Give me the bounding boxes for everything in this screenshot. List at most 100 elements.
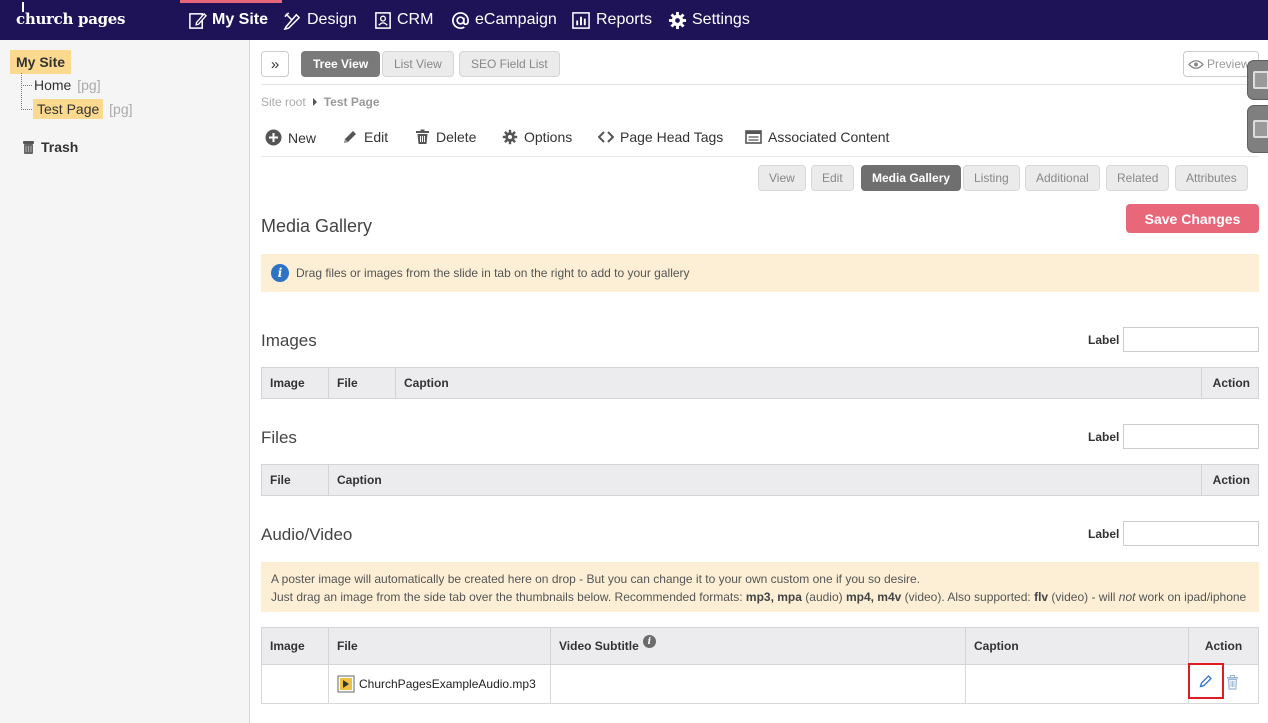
- info-icon: i: [271, 264, 289, 282]
- files-table: File Caption Action: [261, 464, 1259, 496]
- page-type-tag: [pg]: [77, 77, 101, 93]
- audio-video-section-title: Audio/Video: [261, 525, 353, 544]
- content-list-icon: [745, 130, 762, 144]
- delete-button[interactable]: Delete: [415, 129, 476, 145]
- tab-listing[interactable]: Listing: [963, 165, 1020, 191]
- eye-icon: [1188, 59, 1204, 69]
- help-icon[interactable]: i: [642, 635, 656, 648]
- gear-icon: [502, 129, 518, 145]
- action-cell: [1188, 663, 1259, 704]
- nav-ecampaign[interactable]: eCampaign: [451, 0, 557, 40]
- top-nav: church pages My Site Design CRM eCampaig…: [0, 0, 1268, 40]
- reports-icon: [572, 11, 590, 29]
- pencil-icon: [1199, 675, 1212, 688]
- column-header: File: [328, 627, 551, 665]
- tab-attributes[interactable]: Attributes: [1175, 165, 1248, 191]
- nav-settings[interactable]: Settings: [668, 0, 750, 40]
- tab-additional[interactable]: Additional: [1025, 165, 1100, 191]
- nav-label: My Site: [212, 11, 269, 28]
- tree-view-button[interactable]: Tree View: [301, 51, 381, 77]
- main-panel: » Tree View List View SEO Field List Pre…: [251, 40, 1268, 723]
- nav-label: Design: [307, 11, 357, 28]
- seo-field-list-button[interactable]: SEO Field List: [459, 51, 560, 77]
- action-label: Page Head Tags: [620, 129, 724, 145]
- crm-icon: [375, 11, 391, 29]
- column-header: Image: [261, 367, 329, 399]
- delete-row-icon[interactable]: [1226, 675, 1239, 690]
- nav-crm[interactable]: CRM: [374, 0, 433, 40]
- nav-reports[interactable]: Reports: [571, 0, 652, 40]
- subtitle-cell[interactable]: [550, 664, 966, 704]
- breadcrumb: Site root Test Page: [261, 95, 380, 109]
- associated-content-button[interactable]: Associated Content: [745, 129, 889, 145]
- tree-connector: [21, 109, 32, 110]
- list-view-button[interactable]: List View: [382, 51, 454, 77]
- new-button[interactable]: New: [265, 129, 316, 146]
- info-text: Drag files or images from the slide in t…: [296, 266, 690, 280]
- tab-related[interactable]: Related: [1106, 165, 1170, 191]
- tab-media-gallery[interactable]: Media Gallery: [861, 165, 962, 191]
- images-table: Image File Caption Action: [261, 367, 1259, 399]
- tree-root-my-site[interactable]: My Site: [10, 50, 72, 74]
- column-header: Action: [1201, 464, 1259, 496]
- preview-label: Preview: [1207, 57, 1250, 71]
- trash-icon: [416, 129, 429, 144]
- caption-cell[interactable]: [965, 664, 1189, 704]
- tree-item-label: Test Page: [33, 99, 104, 119]
- column-header: Caption: [965, 627, 1189, 665]
- pencil-icon: [344, 131, 356, 143]
- at-icon: [452, 11, 469, 29]
- logo[interactable]: church pages: [16, 2, 126, 28]
- nav-label: Settings: [692, 11, 750, 28]
- column-header: Action: [1201, 367, 1259, 399]
- sidebar: My Site Home [pg] Test Page [pg] Trash: [0, 40, 250, 723]
- tree-item-label: Trash: [41, 139, 79, 155]
- breadcrumb-root[interactable]: Site root: [261, 95, 306, 109]
- tree-item-test-page[interactable]: Test Page [pg]: [33, 99, 133, 119]
- column-header: File: [328, 367, 396, 399]
- column-header: Caption: [328, 464, 1202, 496]
- edit-row-button[interactable]: [1188, 663, 1224, 699]
- action-label: New: [288, 129, 317, 146]
- nav-label: CRM: [397, 11, 434, 28]
- action-label: Edit: [364, 129, 389, 145]
- images-section-title: Images: [261, 331, 317, 350]
- nav-design[interactable]: Design: [283, 0, 357, 40]
- nav-label: Reports: [596, 11, 653, 28]
- code-icon: [598, 131, 614, 143]
- divider: [261, 156, 1258, 157]
- options-button[interactable]: Options: [502, 129, 572, 145]
- audio-video-label-input[interactable]: [1123, 521, 1259, 546]
- files-slide-tab[interactable]: [1247, 105, 1268, 153]
- files-label-caption: Label: [1088, 430, 1120, 444]
- media-slide-tab[interactable]: [1247, 60, 1268, 100]
- chevron-right-icon: [312, 98, 317, 106]
- table-header-row: File Caption Action: [261, 464, 1259, 496]
- tree-item-label: Home: [34, 77, 72, 93]
- info-notice: i Drag files or images from the slide in…: [261, 254, 1259, 292]
- tree-item-trash[interactable]: Trash: [22, 139, 78, 155]
- collapse-sidebar-button[interactable]: »: [261, 51, 289, 77]
- action-label: Options: [524, 129, 573, 145]
- trash-icon: [23, 140, 34, 154]
- images-label-input[interactable]: [1123, 327, 1259, 352]
- edit-button[interactable]: Edit: [342, 129, 388, 145]
- column-header: Caption: [395, 367, 1202, 399]
- nav-my-site[interactable]: My Site: [179, 0, 283, 40]
- table-row: ChurchPagesExampleAudio.mp3: [261, 663, 1259, 704]
- tab-view[interactable]: View: [758, 165, 806, 191]
- audio-file-icon: [337, 675, 355, 693]
- images-label-caption: Label: [1088, 333, 1120, 347]
- tree-connector: [21, 85, 32, 86]
- gear-icon: [668, 11, 687, 29]
- action-label: Associated Content: [768, 129, 890, 145]
- tab-edit[interactable]: Edit: [811, 165, 854, 191]
- files-label-input[interactable]: [1123, 424, 1259, 449]
- notice-line: A poster image will automatically be cre…: [271, 572, 921, 586]
- tree-item-home[interactable]: Home [pg]: [34, 77, 101, 93]
- edit-icon: [189, 12, 207, 29]
- table-header-row: Image File Video Subtitle i Caption Actio…: [261, 627, 1259, 665]
- page-head-tags-button[interactable]: Page Head Tags: [598, 129, 723, 145]
- image-cell[interactable]: [261, 664, 329, 704]
- save-changes-button[interactable]: Save Changes: [1126, 204, 1259, 233]
